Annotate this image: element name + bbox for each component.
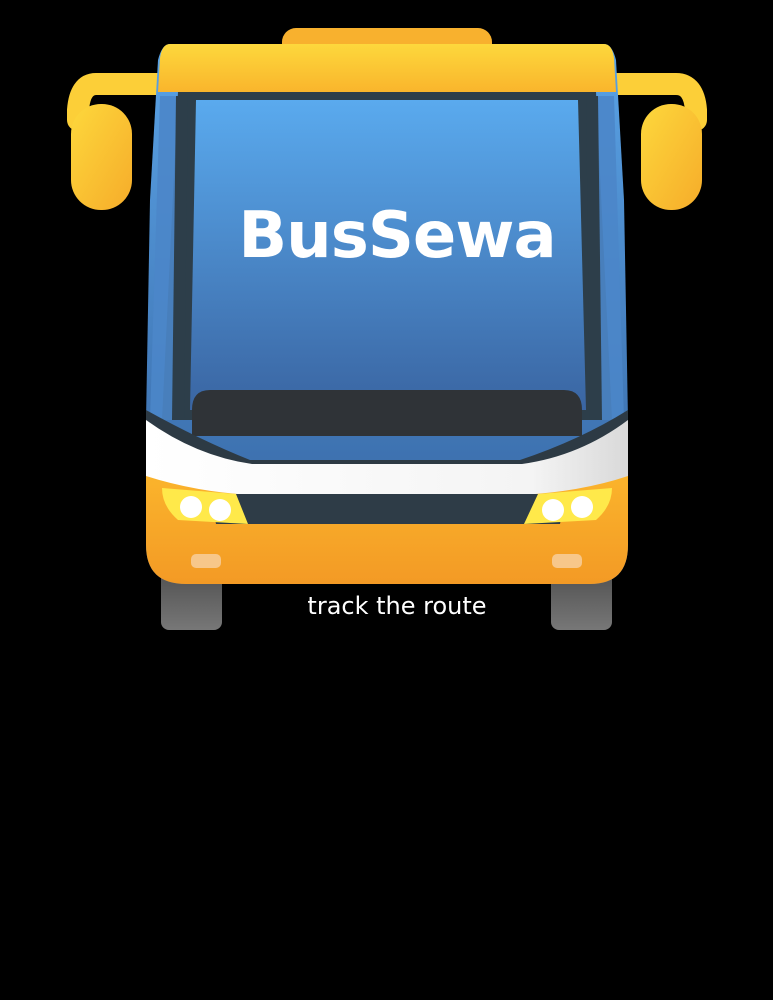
bus-front-icon: [67, 28, 707, 630]
app-title: BusSewa: [238, 199, 556, 273]
tagline: track the route: [307, 592, 487, 620]
splash-screen: BusSewa track the route: [0, 0, 773, 1000]
